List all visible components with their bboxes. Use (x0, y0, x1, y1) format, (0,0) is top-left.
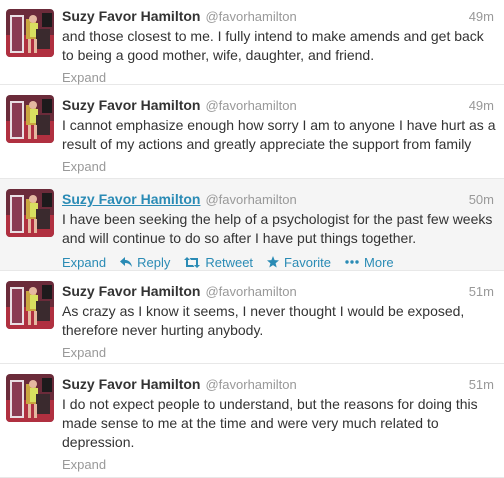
reply-label: Reply (137, 254, 171, 270)
tweet-text-line: therefore never hurting anybody. (62, 322, 264, 338)
tweet-timestamp[interactable]: 51m (469, 284, 494, 299)
reply-icon (120, 257, 133, 267)
avatar[interactable] (6, 9, 54, 57)
tweet-text-line: and those closest to me. I fully intend … (62, 28, 484, 44)
author-handle[interactable]: @favorhamilton (205, 284, 296, 299)
expand-link[interactable]: Expand (62, 159, 106, 174)
expand-link[interactable]: Expand (62, 70, 106, 85)
author-handle[interactable]: @favorhamilton (205, 98, 296, 113)
author-name[interactable]: Suzy Favor Hamilton (62, 97, 200, 113)
avatar[interactable] (6, 189, 54, 237)
tweet-timestamp[interactable]: 49m (469, 98, 494, 113)
tweet-text-line: made sense to me at the time and were ve… (62, 415, 439, 431)
more-dots-icon (345, 260, 359, 264)
tweet-text: and those closest to me. I fully intend … (62, 27, 494, 65)
tweet[interactable]: Suzy Favor Hamilton @favorhamilton 49m I… (0, 85, 504, 179)
tweet-actions: Expand (62, 67, 494, 87)
author-name[interactable]: Suzy Favor Hamilton (62, 376, 200, 392)
tweet[interactable]: Suzy Favor Hamilton @favorhamilton 49m a… (0, 0, 504, 85)
tweet-text-line: to being a good mother, wife, daughter, … (62, 47, 375, 63)
avatar[interactable] (6, 95, 54, 143)
tweet-text-line: As crazy as I know it seems, I never tho… (62, 303, 465, 319)
expand-link[interactable]: Expand (62, 255, 106, 270)
tweet[interactable]: Suzy Favor Hamilton @favorhamilton 50m I… (0, 179, 504, 271)
favorite-button[interactable]: Favorite (267, 255, 331, 270)
retweet-label: Retweet (205, 254, 254, 270)
tweet-actions: Expand (62, 454, 494, 474)
tweet[interactable]: Suzy Favor Hamilton @favorhamilton 51m A… (0, 271, 504, 364)
author-name[interactable]: Suzy Favor Hamilton (62, 283, 200, 299)
tweet[interactable]: Suzy Favor Hamilton @favorhamilton 51m I… (0, 364, 504, 478)
tweet-text: I cannot emphasize enough how sorry I am… (62, 116, 496, 154)
tweet-text: As crazy as I know it seems, I never tho… (62, 302, 494, 340)
author-handle[interactable]: @favorhamilton (205, 192, 296, 207)
tweet-actions: Expand Reply Retweet Favorite More (62, 252, 494, 272)
tweet-text-line: I have been seeking the help of a psycho… (62, 211, 493, 227)
tweet-timestamp[interactable]: 49m (469, 9, 494, 24)
tweet-text-line: depression. (62, 434, 135, 450)
avatar[interactable] (6, 374, 54, 422)
author-handle[interactable]: @favorhamilton (205, 377, 296, 392)
tweet-text-line: I cannot emphasize enough how sorry I am… (62, 117, 496, 133)
tweet-timestamp[interactable]: 50m (469, 192, 494, 207)
tweet-actions: Expand (62, 156, 494, 176)
expand-link[interactable]: Expand (62, 457, 106, 472)
tweet-text-line: result of my actions and greatly appreci… (62, 136, 472, 152)
author-name[interactable]: Suzy Favor Hamilton (62, 191, 200, 207)
tweet-timeline: Suzy Favor Hamilton @favorhamilton 49m a… (0, 0, 504, 478)
favorite-label: Favorite (284, 254, 332, 270)
star-icon (267, 256, 280, 268)
more-label: More (364, 254, 394, 270)
more-button[interactable]: More (345, 255, 394, 270)
reply-button[interactable]: Reply (120, 255, 170, 270)
avatar[interactable] (6, 281, 54, 329)
tweet-actions: Expand (62, 342, 494, 362)
tweet-text-line: and will continue to do so after I have … (62, 230, 417, 246)
expand-link[interactable]: Expand (62, 345, 106, 360)
tweet-text: I have been seeking the help of a psycho… (62, 210, 494, 248)
retweet-button[interactable]: Retweet (184, 255, 253, 270)
author-handle[interactable]: @favorhamilton (205, 9, 296, 24)
author-name[interactable]: Suzy Favor Hamilton (62, 8, 200, 24)
retweet-icon (184, 256, 201, 268)
tweet-text: I do not expect people to understand, bu… (62, 395, 494, 452)
tweet-text-line: I do not expect people to understand, bu… (62, 396, 478, 412)
tweet-timestamp[interactable]: 51m (469, 377, 494, 392)
